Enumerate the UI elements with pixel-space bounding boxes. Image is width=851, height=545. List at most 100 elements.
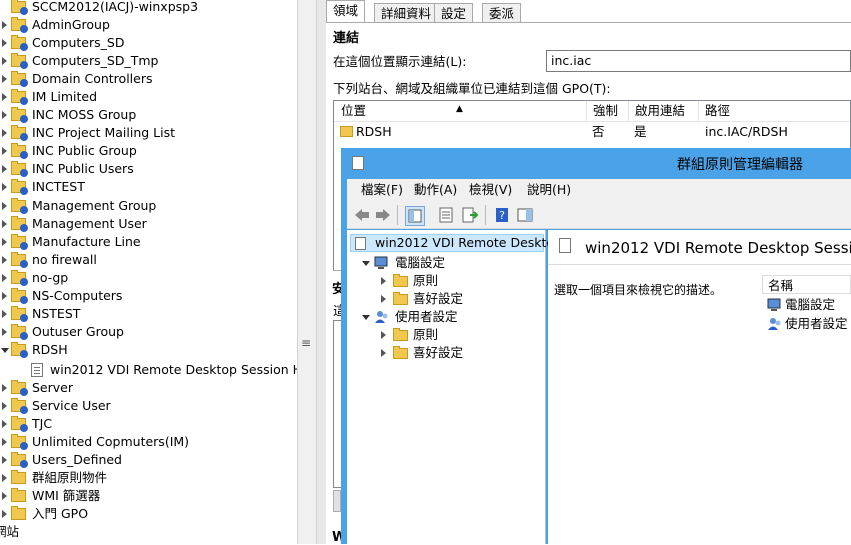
expand-arrow-icon[interactable] (2, 165, 7, 174)
tree-item-user-policies[interactable]: 原則 (347, 326, 546, 344)
security-list (333, 320, 341, 488)
links-heading: 連結 (333, 31, 360, 46)
folder-icon (11, 488, 26, 502)
column-header-name[interactable]: 名稱 (762, 275, 851, 294)
add-button-partial[interactable] (333, 490, 341, 512)
users-icon (375, 311, 388, 323)
tree-item-user-preferences[interactable]: 喜好設定 (347, 344, 546, 362)
ou-folder-icon (11, 398, 28, 415)
tree-item-computer-preferences[interactable]: 喜好設定 (347, 290, 546, 308)
expand-arrow-icon[interactable] (2, 456, 7, 465)
tree-item-user-config[interactable]: 使用者設定 (347, 308, 546, 326)
back-arrow-icon[interactable] (353, 206, 371, 224)
menu-view[interactable]: 檢視(V) (469, 179, 512, 201)
right-pane-left-edge (317, 0, 326, 544)
expand-arrow-icon[interactable] (2, 57, 7, 66)
menu-file[interactable]: 檔案(F) (361, 179, 403, 201)
toolbar: ? (347, 201, 851, 229)
ou-folder-icon (11, 89, 28, 106)
tab-scope[interactable]: 領域 (326, 0, 366, 23)
location-select[interactable]: inc.iac (546, 50, 851, 72)
ou-folder-icon (11, 71, 28, 88)
expand-arrow-icon[interactable] (2, 438, 7, 447)
expand-arrow-icon[interactable] (2, 291, 7, 300)
expand-arrow-icon[interactable] (381, 331, 386, 339)
expand-arrow-icon[interactable] (381, 277, 386, 285)
expand-arrow-icon[interactable] (2, 474, 7, 482)
expand-arrow-icon[interactable] (2, 75, 7, 84)
ou-folder-icon (11, 17, 28, 33)
column-header-location[interactable]: 位置 (341, 101, 366, 121)
ou-folder-icon (11, 215, 28, 232)
expand-arrow-icon[interactable] (2, 420, 7, 429)
tree-item-computer-config[interactable]: 電腦設定 (347, 254, 546, 272)
expand-arrow-icon[interactable] (381, 295, 386, 303)
window-title: 群組原則管理編輯器 (677, 157, 803, 173)
ou-folder-icon (11, 380, 28, 396)
expand-arrow-icon[interactable] (2, 402, 7, 411)
ou-folder-icon (11, 161, 28, 178)
expand-arrow-icon[interactable] (2, 327, 7, 336)
forward-arrow-icon[interactable] (374, 206, 392, 224)
expand-arrow-icon[interactable] (2, 309, 7, 318)
collapse-arrow-icon[interactable] (1, 347, 9, 353)
expand-arrow-icon[interactable] (381, 349, 386, 357)
expand-arrow-icon[interactable] (2, 219, 7, 228)
table-row[interactable]: RDSH 否 是 inc.IAC/RDSH (334, 122, 850, 142)
ou-folder-icon (11, 125, 28, 142)
gpo-doc-icon (559, 238, 571, 253)
splitter-grip-icon[interactable]: ≡ (301, 336, 311, 350)
expand-arrow-icon[interactable] (2, 384, 7, 392)
tab-delegation[interactable]: 委派 (482, 3, 522, 22)
tree-root-selected[interactable]: win2012 VDI Remote Desktop (350, 234, 562, 252)
ou-folder-icon (11, 107, 28, 124)
expand-arrow-icon[interactable] (2, 273, 7, 282)
expand-arrow-icon[interactable] (2, 39, 7, 48)
column-header-enforced[interactable]: 強制 (593, 101, 618, 121)
expand-arrow-icon[interactable] (2, 147, 7, 156)
ou-folder-icon (11, 143, 28, 160)
expand-arrow-icon[interactable] (2, 237, 7, 246)
expand-arrow-icon[interactable] (2, 93, 7, 102)
pane-splitter[interactable] (297, 0, 317, 544)
collapse-arrow-icon[interactable] (362, 261, 370, 266)
expand-arrow-icon[interactable] (2, 21, 7, 29)
collapse-arrow-icon[interactable] (362, 315, 370, 320)
content-title: win2012 VDI Remote Desktop Session (585, 239, 851, 257)
content-hint: 選取一個項目來檢視它的描述。 (554, 283, 723, 297)
tab-divider (326, 22, 851, 23)
ou-folder-icon (11, 305, 28, 322)
gpme-content-pane: win2012 VDI Remote Desktop Session 選取一個項… (548, 230, 851, 544)
expand-arrow-icon[interactable] (2, 129, 7, 138)
ou-folder-icon (11, 452, 28, 469)
folder-icon (393, 274, 408, 287)
expand-arrow-icon[interactable] (2, 183, 7, 192)
gpme-titlebar[interactable]: 群組原則管理編輯器 (341, 148, 851, 178)
expand-arrow-icon[interactable] (2, 492, 7, 500)
links-description: 下列站台、網域及組織單位已連結到這個 GPO(T): (333, 81, 611, 96)
menu-action[interactable]: 動作(A) (414, 179, 457, 201)
gpo-tree-pane: SCCM2012(IACJ)-winxpsp3 AdminGroup Comput… (0, 0, 297, 544)
gpo-doc-icon (355, 237, 366, 250)
expand-arrow-icon[interactable] (2, 201, 7, 210)
column-header-enabled[interactable]: 啟用連結 (635, 101, 685, 121)
show-hide-console-tree-icon[interactable] (405, 206, 425, 226)
folder-icon (393, 346, 408, 359)
export-list-icon[interactable] (461, 206, 479, 224)
folder-icon (393, 328, 408, 341)
tab-details[interactable]: 詳細資料 (374, 3, 439, 22)
help-icon[interactable]: ? (493, 206, 511, 224)
properties-icon[interactable] (437, 206, 455, 224)
ou-folder-icon (11, 269, 28, 286)
menu-bar: 檔案(F) 動作(A) 檢視(V) 說明(H) (347, 179, 851, 201)
expand-arrow-icon[interactable] (2, 255, 7, 264)
tab-settings[interactable]: 設定 (434, 3, 474, 22)
menu-help[interactable]: 說明(H) (527, 179, 571, 201)
expand-arrow-icon[interactable] (2, 510, 7, 518)
ou-folder-icon (11, 323, 28, 340)
ou-folder-icon (11, 341, 28, 358)
expand-arrow-icon[interactable] (2, 111, 7, 120)
tree-item-computer-policies[interactable]: 原則 (347, 272, 546, 290)
show-hide-action-pane-icon[interactable] (516, 206, 534, 224)
column-header-path[interactable]: 路徑 (705, 101, 730, 121)
